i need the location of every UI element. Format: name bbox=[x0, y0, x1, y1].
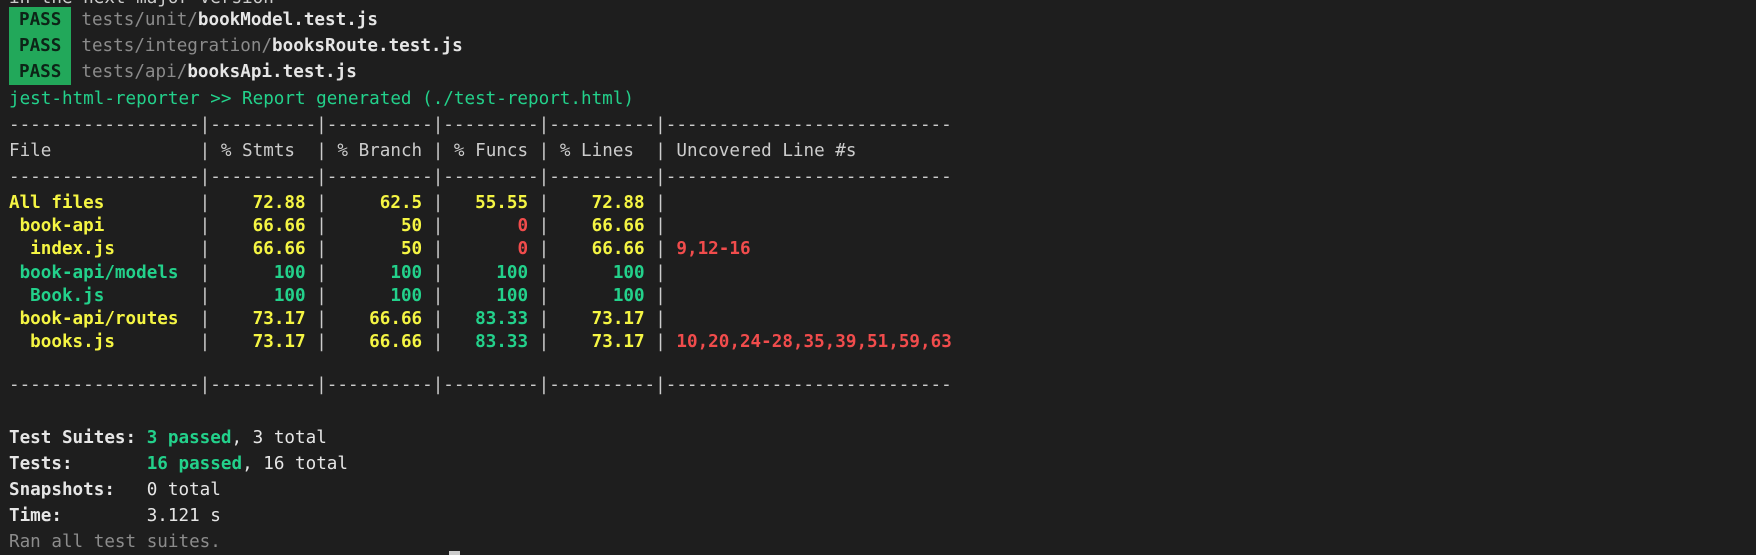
table-row: book-api/routes | 73.17 | 66.66 | 83.33 … bbox=[9, 309, 666, 329]
cell-lines: 73.17 bbox=[549, 332, 656, 353]
pass-badge: PASS bbox=[9, 7, 72, 33]
snapshots-value: 0 total bbox=[146, 480, 221, 500]
table-row: Book.js | 100 | 100 | 100 | 100 | bbox=[9, 285, 666, 306]
cell-stmts: 100 bbox=[210, 285, 317, 306]
suites-total: , 3 total bbox=[231, 428, 327, 448]
suites-passed: 3 passed bbox=[146, 428, 232, 448]
test-dir: tests/unit/ bbox=[81, 10, 198, 30]
tests-total: , 16 total bbox=[242, 454, 348, 474]
cell-file: All files bbox=[9, 193, 200, 213]
cell-lines: 100 bbox=[549, 285, 656, 306]
table-row: book-api/models | 100 | 100 | 100 | 100 … bbox=[9, 262, 666, 283]
reporter-message: jest-html-reporter >> Report generated (… bbox=[9, 89, 634, 109]
table-row: book-api | 66.66 | 50 | 0 | 66.66 | bbox=[9, 216, 666, 237]
header-stmts: % Stmts bbox=[210, 141, 317, 161]
table-separator: ------------------|----------|----------… bbox=[9, 375, 952, 395]
summary-tests: Tests: 16 passed, 16 total bbox=[9, 451, 348, 477]
test-file: bookModel.test.js bbox=[197, 10, 378, 30]
cell-stmts: 66.66 bbox=[210, 239, 317, 260]
cell-file: book-api/routes bbox=[9, 309, 200, 329]
summary-time: Time: 3.121 s bbox=[9, 503, 221, 529]
cell-funcs: 100 bbox=[443, 262, 539, 283]
time-value: 3.121 s bbox=[146, 506, 221, 526]
cell-file: books.js bbox=[9, 332, 200, 353]
cell-branch: 100 bbox=[326, 262, 433, 283]
cell-stmts: 66.66 bbox=[210, 216, 317, 237]
pass-badge: PASS bbox=[9, 33, 72, 59]
cell-branch: 66.66 bbox=[326, 332, 433, 353]
cell-lines: 66.66 bbox=[549, 216, 656, 237]
cell-lines: 72.88 bbox=[549, 193, 656, 213]
time-label: Time: bbox=[9, 506, 62, 526]
cell-uncovered: 9,12-16 bbox=[665, 239, 751, 260]
cell-lines: 66.66 bbox=[549, 239, 656, 260]
cell-lines: 100 bbox=[549, 262, 656, 283]
header-lines: % Lines bbox=[549, 141, 656, 161]
cell-file: book-api/models bbox=[9, 262, 200, 283]
header-funcs: % Funcs bbox=[443, 141, 539, 161]
pass-badge: PASS bbox=[9, 59, 72, 85]
cell-stmts: 72.88 bbox=[210, 193, 317, 213]
cell-funcs: 83.33 bbox=[443, 309, 539, 329]
cell-stmts: 100 bbox=[210, 262, 317, 283]
cell-funcs: 83.33 bbox=[443, 332, 539, 353]
table-separator: ------------------|----------|----------… bbox=[9, 115, 952, 135]
table-header-row: File | % Stmts | % Branch | % Funcs | % … bbox=[9, 141, 857, 161]
table-row: books.js | 73.17 | 66.66 | 83.33 | 73.17… bbox=[9, 332, 952, 353]
test-result-row: PASS tests/integration/booksRoute.test.js bbox=[9, 33, 463, 59]
text-cursor bbox=[449, 551, 460, 555]
cell-funcs: 100 bbox=[443, 285, 539, 306]
tests-passed: 16 passed bbox=[146, 454, 243, 474]
ran-all-message: Ran all test suites. bbox=[9, 532, 221, 552]
tests-label: Tests: bbox=[9, 454, 73, 474]
header-branch: % Branch bbox=[326, 141, 433, 161]
table-row: All files | 72.88 | 62.5 | 55.55 | 72.88… bbox=[9, 193, 666, 213]
cell-lines: 73.17 bbox=[549, 309, 656, 329]
summary-snapshots: Snapshots: 0 total bbox=[9, 477, 221, 503]
cell-branch: 100 bbox=[326, 285, 433, 306]
summary-suites: Test Suites: 3 passed, 3 total bbox=[9, 425, 327, 451]
cell-branch: 50 bbox=[326, 239, 433, 260]
test-result-row: PASS tests/unit/bookModel.test.js bbox=[9, 7, 378, 33]
table-row: index.js | 66.66 | 50 | 0 | 66.66 | 9,12… bbox=[9, 239, 751, 260]
suites-label: Test Suites: bbox=[9, 428, 137, 448]
cell-uncovered: 10,20,24-28,35,39,51,59,63 bbox=[665, 332, 952, 353]
cell-file: Book.js bbox=[9, 285, 200, 306]
test-dir: tests/api/ bbox=[81, 62, 188, 82]
cell-funcs: 0 bbox=[443, 239, 539, 260]
header-file: File bbox=[9, 141, 200, 161]
cell-branch: 66.66 bbox=[326, 309, 433, 329]
cell-branch: 50 bbox=[326, 216, 433, 237]
cell-stmts: 73.17 bbox=[210, 332, 317, 353]
cell-funcs: 0 bbox=[443, 216, 539, 237]
test-dir: tests/integration/ bbox=[81, 36, 273, 56]
cell-stmts: 73.17 bbox=[210, 309, 317, 329]
snapshots-label: Snapshots: bbox=[9, 480, 115, 500]
cell-file: book-api bbox=[9, 216, 200, 237]
cell-file: index.js bbox=[9, 239, 200, 260]
header-uncovered: Uncovered Line #s bbox=[665, 141, 857, 161]
test-file: booksApi.test.js bbox=[187, 62, 357, 82]
terminal-output[interactable]: in the next major version PASStests/unit… bbox=[0, 0, 1756, 555]
test-result-row: PASS tests/api/booksApi.test.js bbox=[9, 59, 357, 85]
table-separator: ------------------|----------|----------… bbox=[9, 167, 952, 187]
cell-branch: 62.5 bbox=[326, 193, 433, 213]
test-file: booksRoute.test.js bbox=[272, 36, 463, 56]
cell-funcs: 55.55 bbox=[443, 193, 539, 213]
